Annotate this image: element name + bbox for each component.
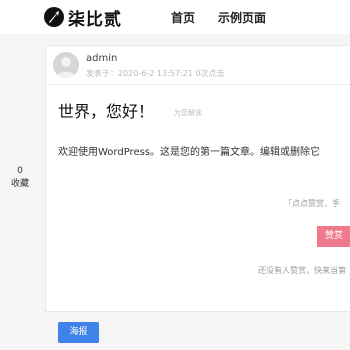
post-meta: admin 发表于：2020-6-2 13:57:21 0次点击: [46, 46, 350, 85]
title-note: 为您解读: [174, 109, 202, 117]
default-avatar-icon: [53, 52, 79, 78]
post-body: 欢迎使用WordPress。这是您的第一篇文章。编辑或删除它: [58, 147, 321, 158]
main-nav: 首页 示例页面: [0, 9, 350, 27]
author-name[interactable]: admin: [86, 53, 117, 64]
top-navbar: 柒比贰 首页 示例页面: [0, 0, 350, 34]
publish-info: 发表于：2020-6-2 13:57:21 0次点击: [86, 69, 225, 78]
post-card: admin 发表于：2020-6-2 13:57:21 0次点击 世界，您好！ …: [45, 45, 350, 312]
avatar[interactable]: [53, 52, 79, 78]
post-title: 世界，您好！: [58, 102, 155, 121]
reward-empty-text: 还没有人赞赏，快来当第: [258, 266, 346, 275]
favorite-label: 收藏: [10, 179, 29, 189]
poster-button[interactable]: 海报: [58, 322, 99, 343]
favorite-count: 0: [17, 166, 23, 176]
nav-home[interactable]: 首页: [171, 9, 195, 26]
favorite-stat[interactable]: 0 收藏: [0, 165, 40, 191]
nav-sample-page[interactable]: 示例页面: [218, 9, 266, 26]
reward-hint: 「点点赞赏，手: [284, 199, 340, 208]
reward-button[interactable]: 赞赏: [317, 226, 350, 247]
